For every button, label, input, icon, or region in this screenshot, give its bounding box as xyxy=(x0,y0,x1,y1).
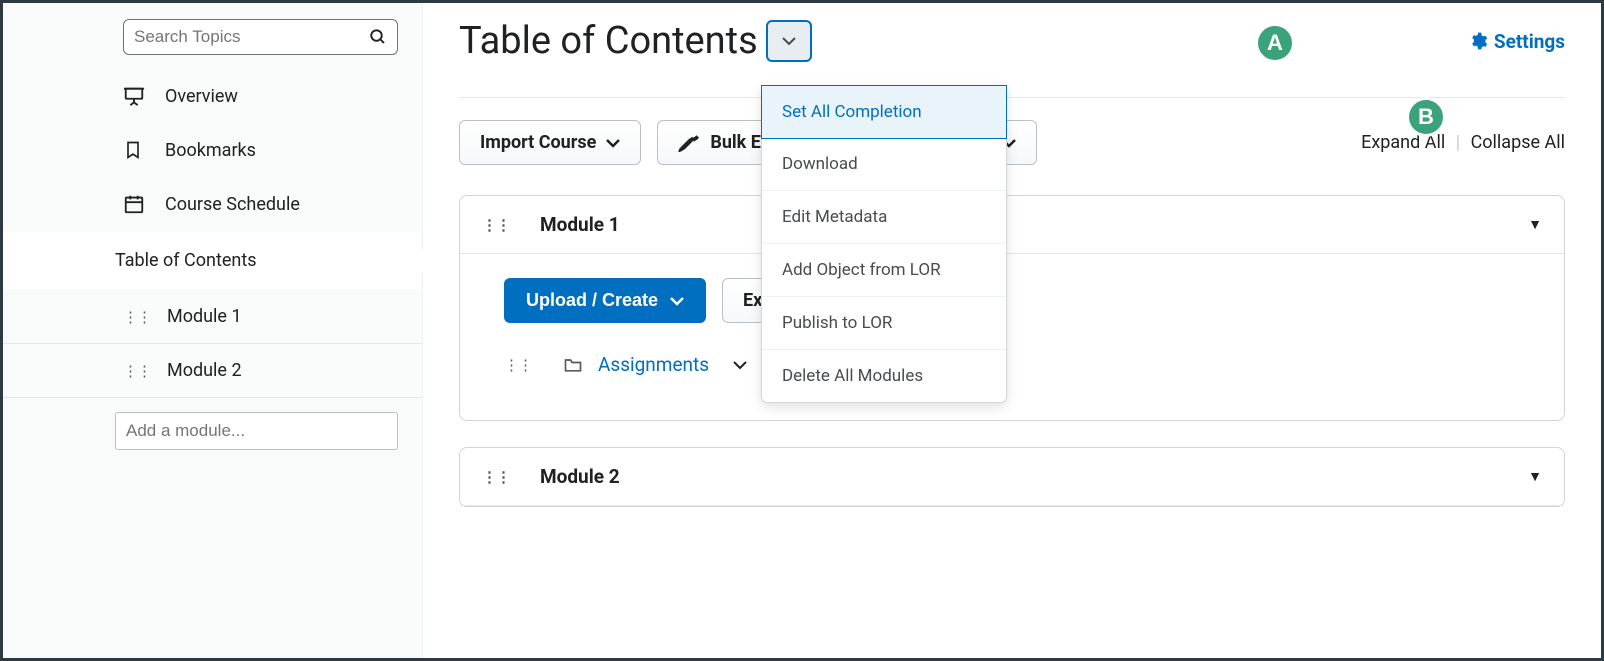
gear-icon xyxy=(1468,31,1488,51)
nav-bookmarks[interactable]: Bookmarks xyxy=(3,123,422,177)
divider xyxy=(459,97,1565,98)
button-label: Import Course xyxy=(480,132,596,153)
drag-handle-icon[interactable]: ⋮⋮ xyxy=(482,468,510,486)
topic-row-assignments[interactable]: ⋮⋮ Assignments xyxy=(504,353,1534,376)
nav-course-schedule[interactable]: Course Schedule xyxy=(3,177,422,231)
nav-table-of-contents[interactable]: Table of Contents xyxy=(3,231,422,290)
settings-button[interactable]: Settings xyxy=(1468,30,1565,53)
menu-delete-all-modules[interactable]: Delete All Modules xyxy=(762,350,1006,402)
pencil-icon xyxy=(678,134,700,152)
module-card-2: ⋮⋮ Module 2 ▼ xyxy=(459,447,1565,507)
nav-label: Bookmarks xyxy=(165,140,256,161)
annotation-badge-a: A xyxy=(1255,23,1295,63)
collapse-toggle[interactable]: ▼ xyxy=(1528,468,1542,485)
page-title: Table of Contents xyxy=(459,19,758,63)
menu-set-all-completion[interactable]: Set All Completion xyxy=(761,85,1007,139)
drag-handle-icon[interactable]: ⋮⋮ xyxy=(504,356,532,374)
sidebar: Overview Bookmarks Course Schedule Table… xyxy=(3,3,423,658)
folder-icon xyxy=(562,355,584,375)
import-course-button[interactable]: Import Course xyxy=(459,120,641,165)
module-header[interactable]: ⋮⋮ Module 1 ▼ xyxy=(460,196,1564,254)
presentation-icon xyxy=(123,85,149,107)
drag-handle-icon[interactable]: ⋮⋮ xyxy=(123,308,151,326)
menu-publish-lor[interactable]: Publish to LOR xyxy=(762,297,1006,350)
sidebar-module-1[interactable]: ⋮⋮ Module 1 xyxy=(3,290,422,344)
collapse-all-link[interactable]: Collapse All xyxy=(1471,132,1565,153)
sidebar-module-2[interactable]: ⋮⋮ Module 2 xyxy=(3,344,422,398)
module-title: Module 2 xyxy=(540,465,620,488)
button-label: Upload / Create xyxy=(526,290,658,311)
topic-link[interactable]: Assignments xyxy=(598,353,709,376)
separator: | xyxy=(1456,132,1460,153)
module-label: Module 1 xyxy=(167,306,242,327)
search-icon[interactable] xyxy=(369,28,387,46)
module-label: Module 2 xyxy=(167,360,242,381)
main-content: Table of Contents Settings Import Cour xyxy=(423,3,1601,658)
toc-context-menu-button[interactable] xyxy=(766,20,812,62)
upload-create-button[interactable]: Upload / Create xyxy=(504,278,706,323)
add-module-input[interactable] xyxy=(115,412,398,450)
drag-handle-icon[interactable]: ⋮⋮ xyxy=(123,362,151,380)
menu-download[interactable]: Download xyxy=(762,138,1006,191)
calendar-icon xyxy=(123,193,149,215)
search-input[interactable] xyxy=(134,27,369,47)
nav-overview[interactable]: Overview xyxy=(3,69,422,123)
toc-context-menu: Set All Completion Download Edit Metadat… xyxy=(761,85,1007,403)
settings-label: Settings xyxy=(1494,30,1565,53)
collapse-toggle[interactable]: ▼ xyxy=(1528,216,1542,233)
drag-handle-icon[interactable]: ⋮⋮ xyxy=(482,216,510,234)
nav-label: Overview xyxy=(165,86,238,107)
chevron-down-icon xyxy=(606,138,620,148)
annotation-badge-b: B xyxy=(1406,97,1446,137)
nav-label: Course Schedule xyxy=(165,194,300,215)
bookmark-icon xyxy=(123,139,149,161)
chevron-down-icon[interactable] xyxy=(733,360,747,370)
module-header[interactable]: ⋮⋮ Module 2 ▼ xyxy=(460,448,1564,506)
module-card-1: ⋮⋮ Module 1 ▼ Upload / Create Existing A… xyxy=(459,195,1565,421)
menu-add-object-lor[interactable]: Add Object from LOR xyxy=(762,244,1006,297)
module-title: Module 1 xyxy=(540,213,620,236)
search-topics[interactable] xyxy=(123,19,398,55)
menu-edit-metadata[interactable]: Edit Metadata xyxy=(762,191,1006,244)
